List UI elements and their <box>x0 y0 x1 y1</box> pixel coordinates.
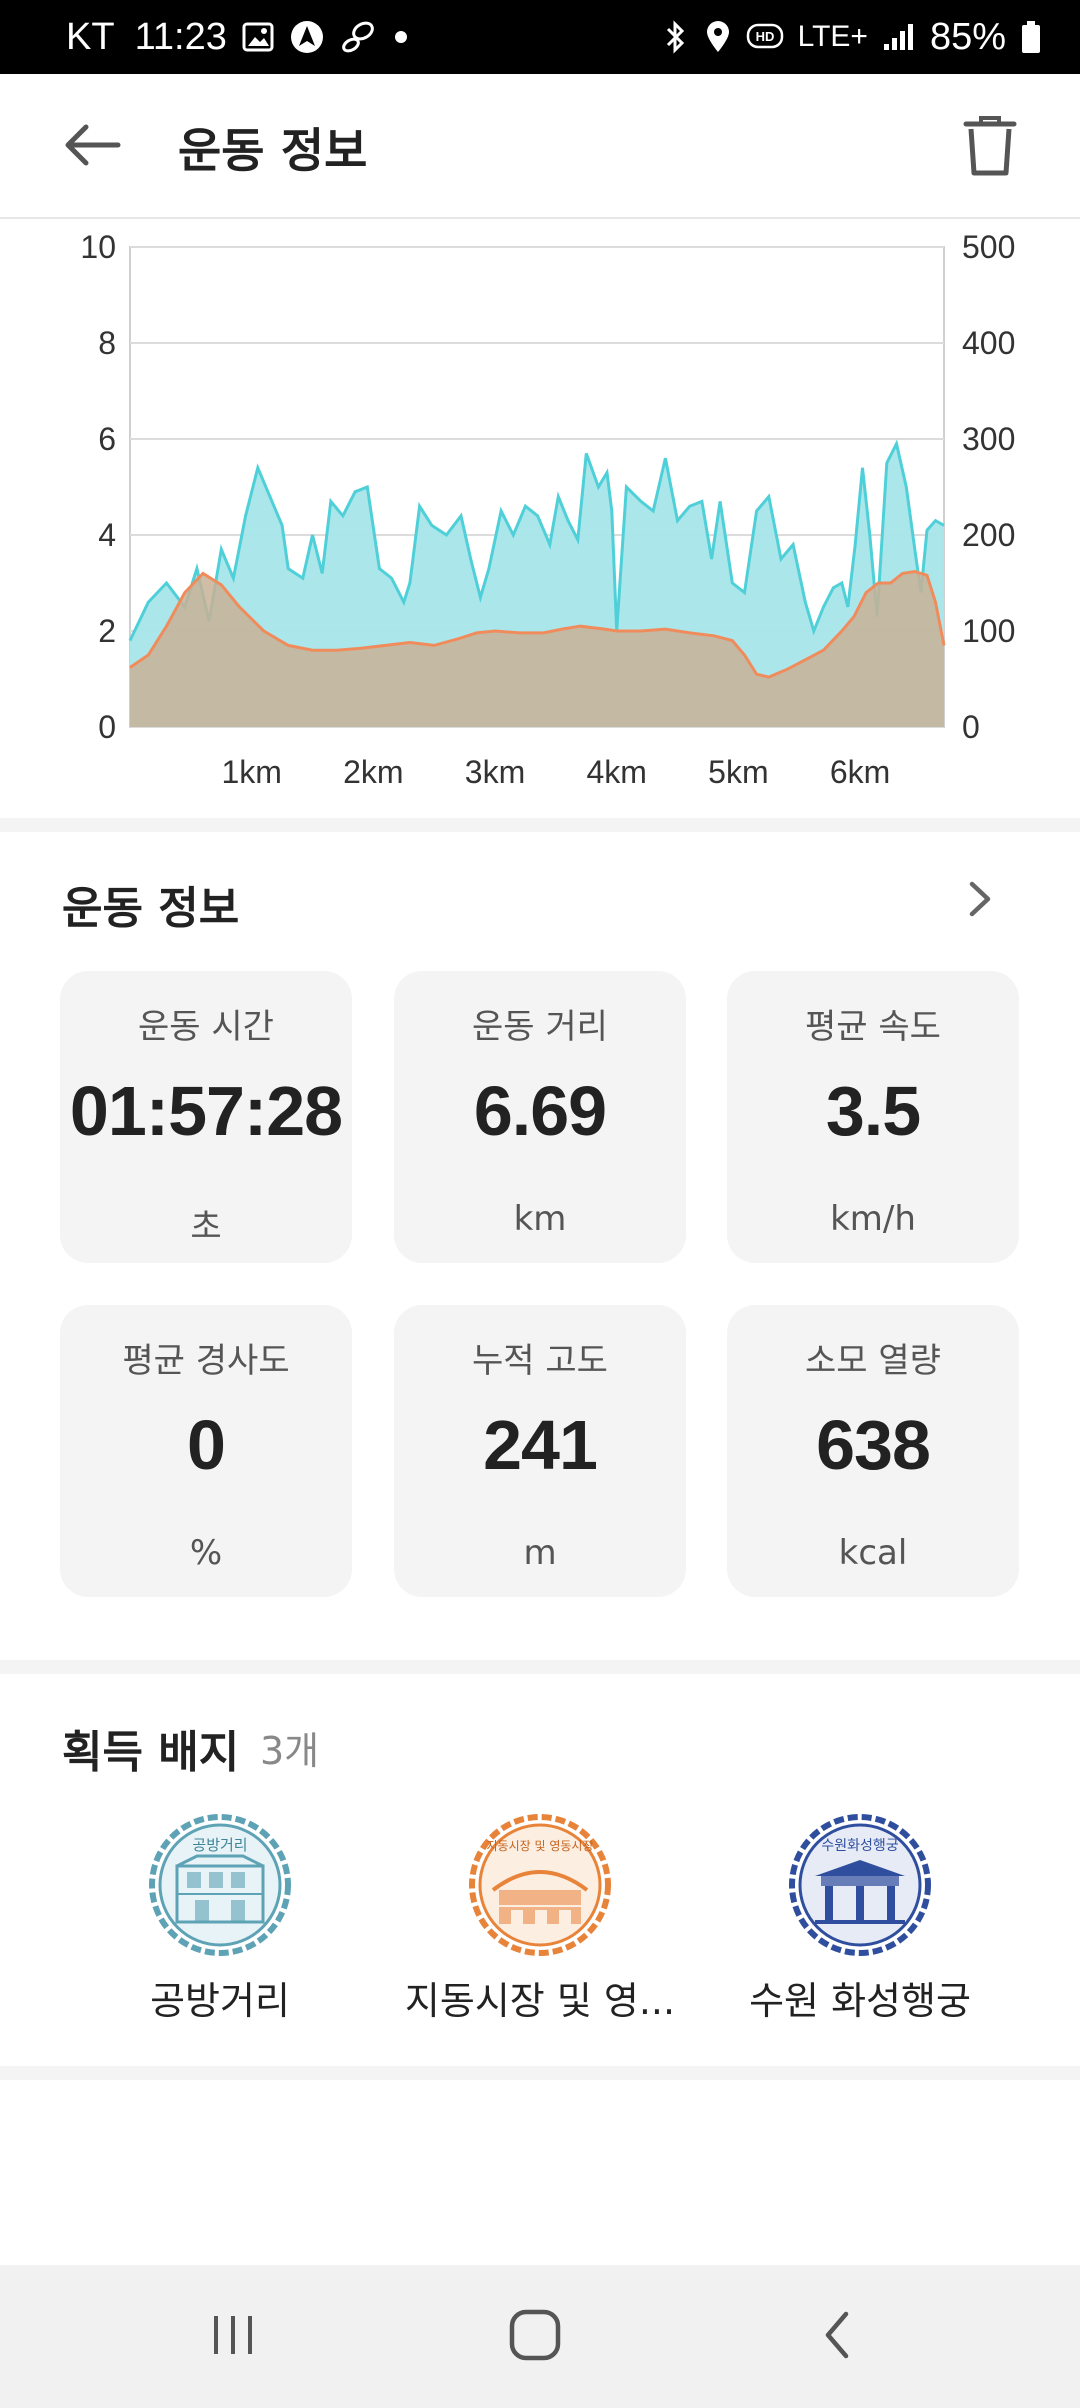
badge-jidong-market[interactable]: 지동시장 및 영동시장 지동시장 및 영... <box>390 1810 690 2050</box>
stat-card-average-slope: 평균 경사도 0 % <box>60 1305 352 1597</box>
stat-card-exercise-time: 운동 시간 01:57:28 초 <box>60 971 352 1263</box>
stat-value: 638 <box>816 1406 931 1484</box>
stat-card-distance: 운동 거리 6.69 km <box>394 971 686 1263</box>
badge-count: 3개 <box>260 1729 320 1773</box>
y-right-tick-label: 100 <box>962 613 1015 649</box>
x-tick-label: 6km <box>830 754 890 790</box>
back-button[interactable] <box>62 114 142 180</box>
navigation-notification-icon <box>289 19 325 55</box>
svg-text:공방거리: 공방거리 <box>192 1836 247 1854</box>
hd-voice-icon: HD <box>746 22 784 52</box>
exercise-info-heading: 운동 정보 <box>62 883 240 934</box>
badge-name: 지동시장 및 영... <box>404 1979 676 2023</box>
stat-label: 운동 거리 <box>472 1007 608 1047</box>
y-left-tick-label: 0 <box>98 709 116 745</box>
svg-text:지동시장 및 영동시장: 지동시장 및 영동시장 <box>487 1839 594 1853</box>
clock: 11:23 <box>134 15 227 58</box>
y-left-tick-label: 2 <box>98 613 116 649</box>
stat-unit: % <box>189 1533 223 1573</box>
x-tick-label: 4km <box>586 754 646 790</box>
chart-canvas: 0 0 2 100 4 200 6 300 8 400 10 500 1km 2km 3km 4km 5km 6k… <box>80 229 1015 790</box>
section-divider <box>0 1660 1080 1674</box>
home-button[interactable] <box>490 2305 580 2369</box>
speed-elevation-chart: 0 0 2 100 4 200 6 300 8 400 10 500 1km 2km 3km 4km 5km 6k… <box>0 221 1080 821</box>
section-divider <box>0 2066 1080 2080</box>
battery-percent: 85% <box>929 15 1006 58</box>
system-navigation-bar <box>0 2265 1080 2408</box>
stat-label: 누적 고도 <box>472 1341 608 1381</box>
home-icon <box>508 2308 562 2366</box>
carrier-label: KT <box>66 15 115 58</box>
stat-unit: km/h <box>830 1199 916 1239</box>
gallery-notification-icon <box>241 20 275 54</box>
svg-text:수원화성행궁: 수원화성행궁 <box>821 1838 898 1854</box>
x-tick-label: 5km <box>708 754 768 790</box>
exercise-info-detail-button[interactable] <box>960 876 1000 926</box>
recent-apps-button[interactable] <box>188 2305 278 2369</box>
stat-card-average-speed: 평균 속도 3.5 km/h <box>727 971 1019 1263</box>
stat-card-cumulative-altitude: 누적 고도 241 m <box>394 1305 686 1597</box>
stat-label: 운동 시간 <box>138 1007 274 1047</box>
trash-icon <box>963 115 1017 181</box>
y-right-tick-label: 200 <box>962 517 1015 553</box>
y-left-tick-label: 10 <box>80 229 116 265</box>
stat-label: 평균 속도 <box>805 1007 941 1047</box>
badge-suwon-hwaseong-haenggung[interactable]: 수원화성행궁 수원 화성행궁 <box>710 1810 1010 2050</box>
badge-name: 수원 화성행궁 <box>749 1979 971 2023</box>
y-left-tick-label: 6 <box>98 421 116 457</box>
network-type: LTE+ <box>797 20 868 53</box>
y-right-tick-label: 0 <box>962 709 980 745</box>
status-bar: KT 11:23 HD LTE+ 85% <box>0 0 1080 74</box>
chevron-left-icon <box>820 2310 854 2364</box>
signal-strength-icon <box>882 22 916 52</box>
page-title: 운동 정보 <box>178 124 368 179</box>
stat-value: 3.5 <box>825 1072 921 1150</box>
stat-unit: 초 <box>190 1207 222 1247</box>
stat-unit: km <box>513 1199 567 1239</box>
bluetooth-icon <box>662 19 690 55</box>
x-tick-label: 3km <box>465 754 525 790</box>
stamp-badge-icon: 공방거리 <box>149 1814 291 1956</box>
badge-name: 공방거리 <box>150 1979 290 2023</box>
delete-button[interactable] <box>952 110 1028 186</box>
stat-value: 241 <box>483 1406 598 1484</box>
recent-apps-icon <box>208 2312 258 2362</box>
badge-gongbang-street[interactable]: 공방거리 공방거리 <box>70 1810 370 2050</box>
location-icon <box>704 19 732 55</box>
more-notifications-dot-icon <box>391 27 411 47</box>
svg-text:HD: HD <box>755 29 774 44</box>
stat-value: 01:57:28 <box>69 1072 343 1150</box>
stat-value: 6.69 <box>473 1072 607 1150</box>
stamp-badge-icon: 지동시장 및 영동시장 <box>469 1814 611 1956</box>
y-right-tick-label: 400 <box>962 325 1015 361</box>
y-left-tick-label: 8 <box>98 325 116 361</box>
stamp-badge-icon: 수원화성행궁 <box>789 1814 931 1956</box>
y-left-tick-label: 4 <box>98 517 116 553</box>
stat-unit: kcal <box>838 1533 908 1573</box>
shoe-notification-icon <box>339 19 377 55</box>
stat-value: 0 <box>187 1406 226 1484</box>
y-right-tick-label: 500 <box>962 229 1015 265</box>
y-right-tick-label: 300 <box>962 421 1015 457</box>
app-bar: 운동 정보 <box>0 74 1080 219</box>
stat-card-calories: 소모 열량 638 kcal <box>727 1305 1019 1597</box>
stat-unit: m <box>523 1533 557 1573</box>
battery-icon <box>1020 19 1042 55</box>
section-divider <box>0 818 1080 832</box>
x-tick-label: 1km <box>221 754 281 790</box>
x-tick-label: 2km <box>343 754 403 790</box>
arrow-left-icon <box>62 123 122 171</box>
system-back-button[interactable] <box>792 2305 882 2369</box>
stat-label: 평균 경사도 <box>122 1341 290 1381</box>
chevron-right-icon <box>968 880 992 922</box>
stat-label: 소모 열량 <box>805 1341 941 1381</box>
badges-heading: 획득 배지 <box>62 1727 240 1778</box>
